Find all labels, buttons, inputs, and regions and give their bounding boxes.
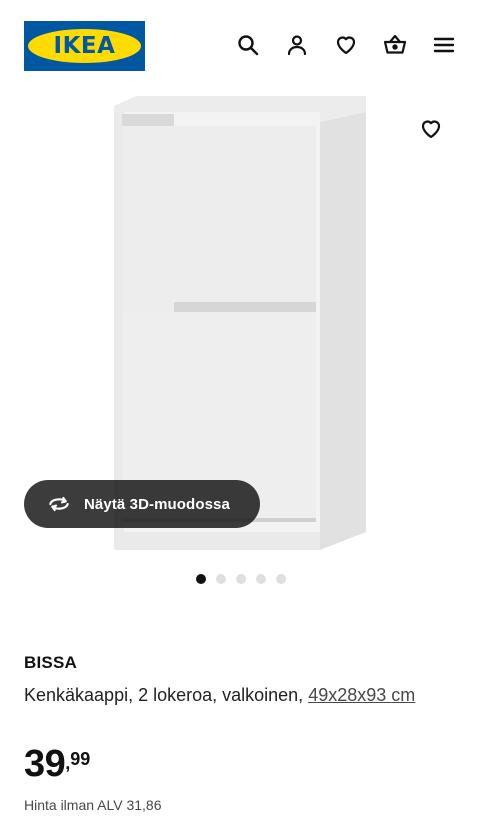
ikea-logo[interactable]: IKEA <box>24 21 145 71</box>
price-integer: 39 <box>24 743 66 785</box>
heart-icon[interactable] <box>331 30 361 60</box>
product-price: 39 , 99 <box>24 742 90 786</box>
pagination-dot[interactable] <box>276 574 286 584</box>
logo-oval: IKEA <box>28 29 141 63</box>
favourite-icon[interactable] <box>416 114 446 144</box>
search-icon[interactable] <box>233 30 263 60</box>
logo-text: IKEA <box>53 33 116 59</box>
pagination-dot[interactable] <box>236 574 246 584</box>
price-decimal: 99 <box>70 749 91 769</box>
site-header: IKEA <box>0 0 480 92</box>
product-name: BISSA <box>24 653 77 672</box>
view-3d-label: Näytä 3D-muodossa <box>84 495 230 513</box>
pagination-dot[interactable] <box>256 574 266 584</box>
dimensions-link[interactable]: 49x28x93 cm <box>308 685 415 705</box>
description-text: Kenkäkaappi, 2 lokeroa, valkoinen, <box>24 685 304 705</box>
price-ex-vat: Hinta ilman ALV 31,86 <box>24 797 162 813</box>
rotate-3d-icon <box>49 496 69 512</box>
menu-icon[interactable] <box>429 30 459 60</box>
basket-icon[interactable] <box>380 30 410 60</box>
dimensions-unit: cm <box>391 685 416 705</box>
product-description: Kenkäkaappi, 2 lokeroa, valkoinen, 49x28… <box>24 681 454 710</box>
image-pagination <box>196 574 286 584</box>
view-3d-button[interactable]: Näytä 3D-muodossa <box>24 480 260 528</box>
dimensions-value: 49x28x93 <box>308 685 387 705</box>
pagination-dot[interactable] <box>216 574 226 584</box>
pagination-dot-active[interactable] <box>196 574 206 584</box>
account-icon[interactable] <box>282 30 312 60</box>
